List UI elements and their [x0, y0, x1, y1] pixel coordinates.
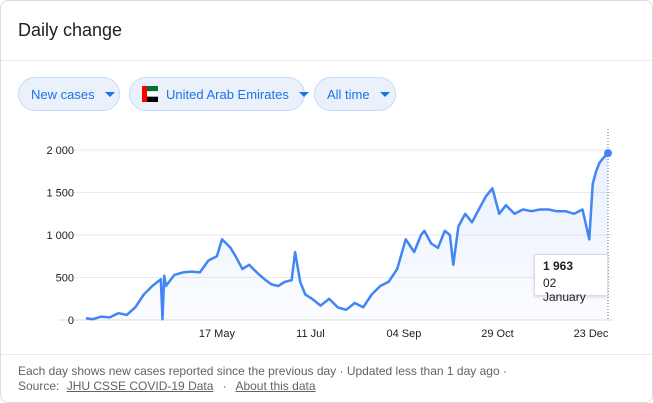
y-tick-label: 1 500: [46, 188, 74, 200]
header-divider: [1, 60, 652, 61]
footer-divider: [1, 354, 652, 355]
about-link[interactable]: About this data: [235, 379, 315, 393]
footer-note: Each day shows new cases reported since …: [18, 364, 507, 378]
country-dropdown-label: United Arab Emirates: [166, 86, 289, 102]
chevron-down-icon: [379, 91, 390, 97]
x-tick-label: 11 Jul: [296, 328, 325, 340]
tooltip-date: 02 January: [543, 276, 586, 304]
source-label: Source:: [18, 379, 60, 393]
line-chart[interactable]: 0 500 1 000 1 500 2 000 17 May 11 Jul 04 Sep 29…: [1, 121, 652, 346]
chevron-down-icon: [104, 91, 115, 97]
x-tick-label: 04 Sep: [387, 328, 422, 340]
x-tick-label: 29 Oct: [481, 328, 513, 340]
y-tick-label: 0: [68, 315, 74, 327]
metric-dropdown[interactable]: New cases: [18, 77, 120, 111]
x-tick-label: 17 May: [199, 328, 236, 340]
range-dropdown[interactable]: All time: [314, 77, 396, 111]
hover-point: [604, 149, 612, 158]
metric-dropdown-label: New cases: [31, 86, 95, 102]
daily-change-card: Daily change New cases United Arab Emira…: [0, 0, 653, 403]
y-tick-label: 2 000: [46, 145, 74, 157]
chevron-down-icon: [298, 91, 309, 97]
country-dropdown[interactable]: United Arab Emirates: [129, 77, 309, 111]
range-dropdown-label: All time: [327, 86, 370, 102]
footer-source: Source: JHU CSSE COVID-19 Data · About t…: [18, 379, 507, 394]
x-tick-label: 23 Dec: [574, 328, 609, 340]
y-tick-label: 1 000: [46, 230, 74, 242]
card-title: Daily change: [18, 20, 123, 40]
uae-flag-icon: [141, 86, 159, 102]
chart-tooltip: 1 963 02 January: [534, 254, 608, 304]
tooltip-value: 1 963: [543, 259, 574, 273]
y-tick-label: 500: [56, 273, 74, 285]
footer-separator: ·: [222, 379, 227, 393]
source-link[interactable]: JHU CSSE COVID-19 Data: [67, 379, 214, 393]
footer: Each day shows new cases reported since …: [18, 364, 507, 394]
